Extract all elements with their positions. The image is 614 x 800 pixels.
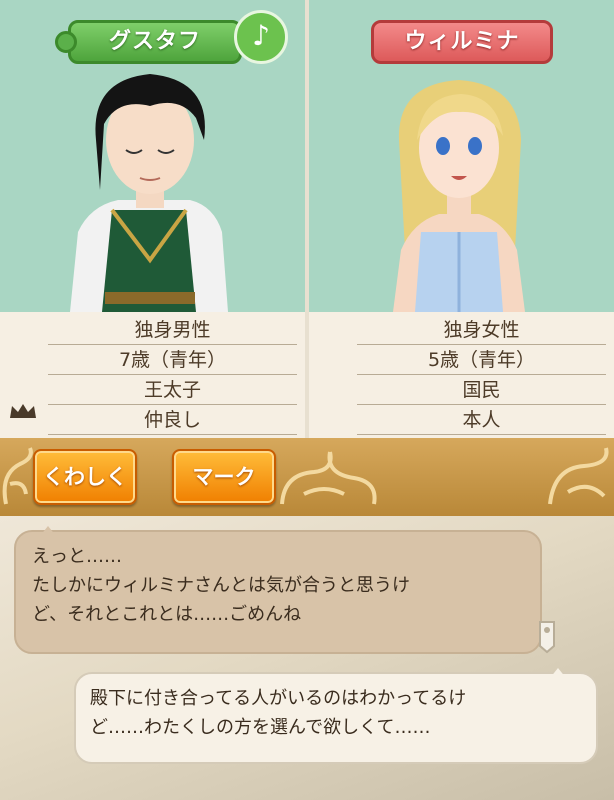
left-info-relationship: 仲良し xyxy=(48,404,297,435)
dialogue-line: 殿下に付き合ってる人がいるのはわかってるけ xyxy=(90,688,467,709)
left-character-name-tag: グスタフ xyxy=(55,20,242,64)
dialogue-line: ど、それとこれとは……ごめんね xyxy=(32,604,302,625)
details-button[interactable]: くわしく xyxy=(33,449,137,505)
left-info-table: 独身男性 7歳（青年） 王太子 仲良し xyxy=(0,312,305,438)
left-info-title: 王太子 xyxy=(48,374,297,405)
center-scroll-ornament xyxy=(280,451,377,505)
mark-button[interactable]: マーク xyxy=(172,449,276,505)
left-speech-bubble: えっと…… たしかにウィルミナさんとは気が合うと思うけ ど、それとこれとは……ご… xyxy=(14,526,542,654)
dialogue-line: ど……わたくしの方を選んで欲しくて…… xyxy=(90,717,431,738)
right-info-age: 5歳（青年） xyxy=(357,344,606,375)
dialogue-line: えっと…… xyxy=(32,546,122,567)
right-info-relationship: 本人 xyxy=(357,404,606,435)
right-info-table: 独身女性 5歳（青年） 国民 本人 xyxy=(309,312,614,438)
dialogue-line: たしかにウィルミナさんとは気が合うと思うけ xyxy=(32,575,410,596)
right-portrait-panel: ウィルミナ xyxy=(309,0,614,312)
right-speech-bubble: 殿下に付き合ってる人がいるのはわかってるけ ど……わたくしの方を選んで欲しくて…… xyxy=(74,668,598,764)
left-info-status: 独身男性 xyxy=(48,314,297,345)
left-info-age: 7歳（青年） xyxy=(48,344,297,375)
music-note-icon[interactable]: ♪ xyxy=(234,10,288,64)
right-info-status: 独身女性 xyxy=(357,314,606,345)
right-info-title: 国民 xyxy=(357,374,606,405)
right-scroll-ornament xyxy=(548,447,609,505)
crown-icon xyxy=(10,404,36,418)
right-character-name-tag: ウィルミナ xyxy=(371,20,553,64)
left-portrait-panel: グスタフ ♪ xyxy=(0,0,305,312)
tag-icon xyxy=(539,621,555,654)
